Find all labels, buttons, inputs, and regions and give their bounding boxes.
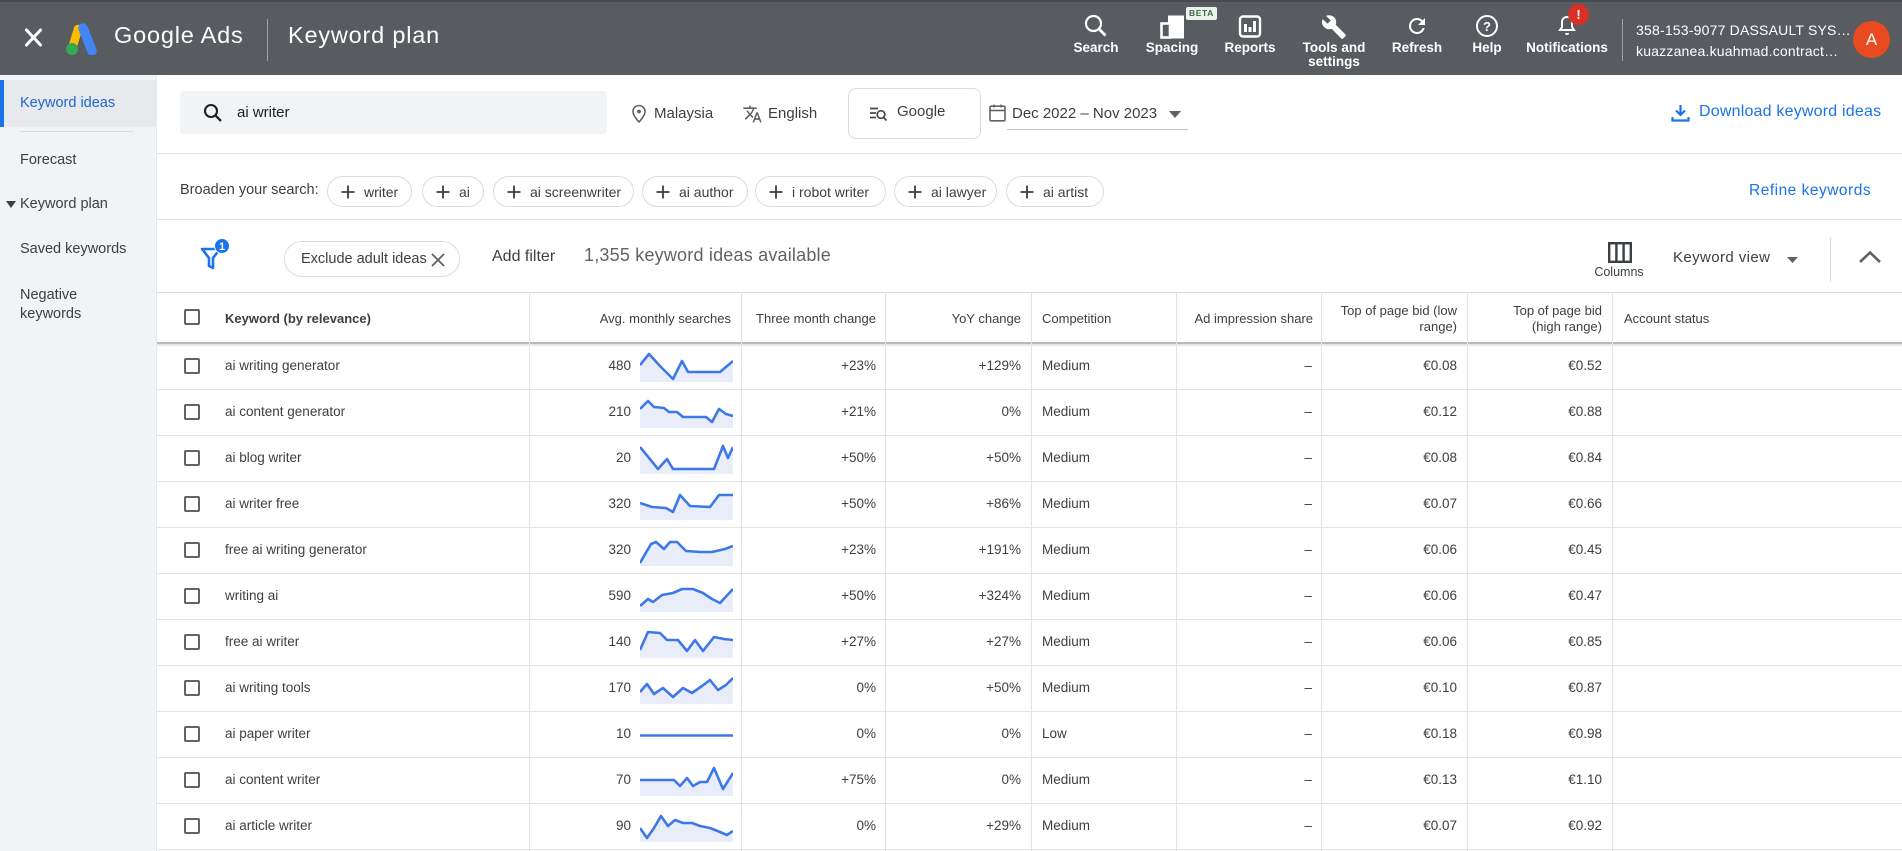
svg-text:?: ?: [1483, 19, 1491, 34]
